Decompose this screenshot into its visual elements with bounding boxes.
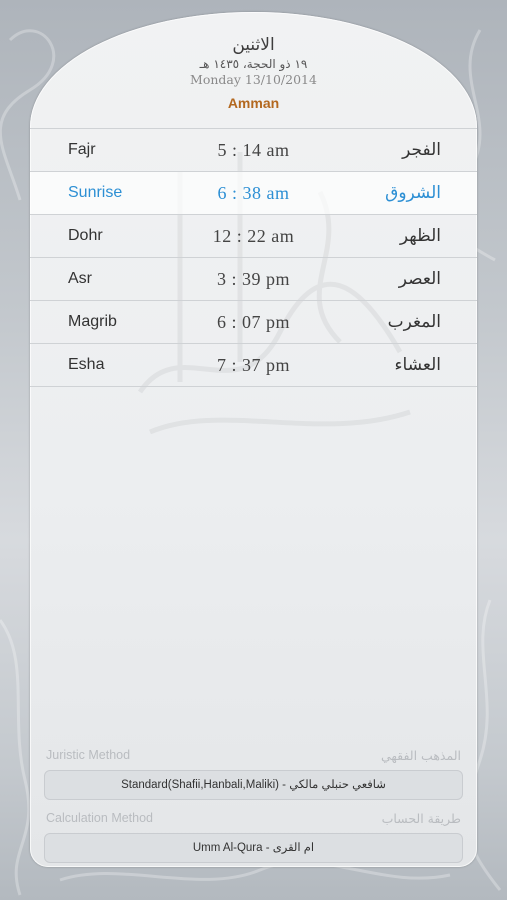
prayer-times-panel: الاثنين ١٩ ذو الحجة، ١٤٣٥ هـ Monday 13/1… <box>30 12 477 867</box>
prayer-row-asr[interactable]: Asr 3 : 39 pm العصر <box>30 258 477 301</box>
juristic-method-selector[interactable]: Standard(Shafii,Hanbali,Maliki) - شافعي … <box>44 770 463 800</box>
prayer-row-fajr[interactable]: Fajr 5 : 14 am الفجر <box>30 129 477 172</box>
prayer-row-esha[interactable]: Esha 7 : 37 pm العشاء <box>30 344 477 387</box>
prayer-name-ar: الشروق <box>385 183 441 203</box>
prayer-times-list: Fajr 5 : 14 am الفجر Sunrise 6 : 38 am ا… <box>30 128 477 387</box>
hijri-weekday: الاثنين <box>232 35 275 55</box>
calculation-method-label-en: Calculation Method <box>46 811 154 825</box>
juristic-method-setting: Juristic Method المذهب الفقهي Standard(S… <box>44 748 463 800</box>
prayer-name-ar: الظهر <box>399 226 441 246</box>
prayer-name-ar: المغرب <box>387 312 441 332</box>
prayer-row-magrib[interactable]: Magrib 6 : 07 pm المغرب <box>30 301 477 344</box>
prayer-row-sunrise[interactable]: Sunrise 6 : 38 am الشروق <box>30 172 477 215</box>
hijri-date: ١٩ ذو الحجة، ١٤٣٥ هـ <box>199 57 308 71</box>
calculation-method-setting: Calculation Method طريقة الحساب Umm Al-Q… <box>44 811 463 863</box>
prayer-name-ar: العشاء <box>394 355 441 375</box>
gregorian-date: Monday 13/10/2014 <box>190 72 317 87</box>
date-header: الاثنين ١٩ ذو الحجة، ١٤٣٥ هـ Monday 13/1… <box>30 34 477 112</box>
juristic-method-label-en: Juristic Method <box>46 748 131 762</box>
city-name[interactable]: Amman <box>30 94 477 112</box>
prayer-name-ar: العصر <box>398 269 441 289</box>
calculation-method-selector[interactable]: Umm Al-Qura - ام القرى <box>44 833 463 863</box>
prayer-row-dohr[interactable]: Dohr 12 : 22 am الظهر <box>30 215 477 258</box>
calculation-method-label-ar: طريقة الحساب <box>381 811 461 826</box>
prayer-name-ar: الفجر <box>402 140 441 160</box>
juristic-method-label-ar: المذهب الفقهي <box>380 748 461 763</box>
